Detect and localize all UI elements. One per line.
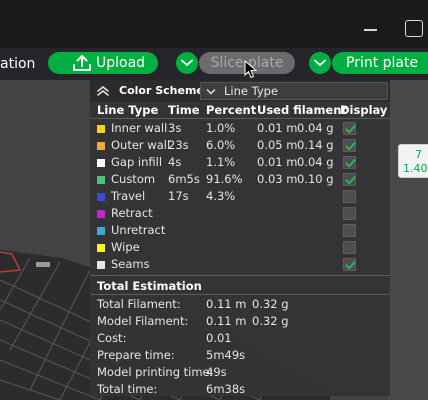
color-swatch [97, 142, 105, 150]
checkmark-icon [345, 176, 356, 185]
display-checkbox[interactable] [343, 190, 356, 203]
upload-button[interactable]: Upload [48, 52, 158, 74]
line-time: 17s [168, 189, 189, 203]
total-separator [90, 294, 390, 295]
line-type-name: Wipe [111, 240, 140, 254]
header-line-type: Line Type [97, 103, 159, 117]
print-plate-label: Print plate [346, 55, 419, 71]
color-scheme-panel: Color Scheme Line Type Line Type Time Pe… [90, 80, 390, 396]
line-weight: 0.10 g [297, 172, 334, 186]
color-swatch [97, 159, 105, 167]
line-percent: 1.1% [206, 155, 236, 169]
line-type-name: Travel [111, 189, 146, 203]
estimate-value: 6m38s [206, 382, 246, 396]
estimate-weight: 0.32 g [252, 314, 289, 328]
line-type-name: Unretract [111, 223, 166, 237]
estimate-value: 0.11 m [206, 297, 247, 311]
minimize-icon[interactable] [362, 20, 380, 38]
tab-partial-label[interactable]: ation [0, 55, 35, 73]
line-percent: 4.3% [206, 189, 236, 203]
header-separator [90, 118, 390, 119]
checkmark-icon [345, 142, 356, 151]
checkmark-icon [345, 261, 356, 270]
layer-slider-panel[interactable] [388, 80, 428, 400]
estimate-value: 49s [206, 365, 227, 379]
estimate-value: 0.11 m [206, 314, 247, 328]
line-percent: 91.6% [206, 172, 243, 186]
header-display: Display [340, 103, 388, 117]
display-checkbox[interactable] [343, 224, 356, 237]
line-type-name: Retract [111, 206, 153, 220]
mouse-cursor-icon [244, 60, 258, 79]
line-type-name: Custom [111, 172, 156, 186]
print-options-dropdown[interactable] [309, 52, 331, 74]
total-estimation-title: Total Estimation [97, 279, 202, 293]
display-checkbox[interactable] [343, 122, 356, 135]
upload-icon [73, 55, 91, 71]
collapse-icon[interactable] [96, 84, 110, 98]
line-time: 23s [168, 138, 189, 152]
line-length: 0.05 m [257, 138, 298, 152]
color-swatch [97, 193, 105, 201]
line-weight: 0.04 g [297, 121, 334, 135]
color-swatch [97, 210, 105, 218]
estimate-label: Model printing time: [97, 365, 214, 379]
estimate-label: Total Filament: [97, 297, 181, 311]
estimate-label: Prepare time: [97, 348, 175, 362]
line-type-name: Seams [111, 257, 150, 271]
line-length: 0.01 m [257, 155, 298, 169]
line-weight: 0.14 g [297, 138, 334, 152]
color-swatch [97, 244, 105, 252]
estimate-label: Model Filament: [97, 314, 189, 328]
line-percent: 1.0% [206, 121, 236, 135]
line-type-name: Gap infill [111, 155, 163, 169]
estimate-weight: 0.32 g [252, 297, 289, 311]
chevron-down-icon [206, 89, 216, 95]
color-swatch [97, 227, 105, 235]
chevron-down-icon [314, 59, 326, 67]
layer-number: 7 [415, 148, 422, 161]
upload-label: Upload [96, 55, 146, 71]
color-scheme-header: Color Scheme Line Type [90, 80, 390, 102]
line-percent: 6.0% [206, 138, 236, 152]
table-separator [90, 275, 390, 276]
color-scheme-value: Line Type [224, 84, 279, 98]
line-length: 0.03 m [257, 172, 298, 186]
layer-height: 1.40 [403, 162, 428, 175]
print-plate-button[interactable]: Print plate [332, 52, 428, 74]
checkmark-icon [345, 125, 356, 134]
display-checkbox[interactable] [343, 207, 356, 220]
line-type-name: Inner wall [111, 121, 168, 135]
color-scheme-title: Color Scheme [119, 84, 204, 97]
layer-badge: 7 1.40 [398, 144, 428, 178]
line-weight: 0.04 g [297, 155, 334, 169]
maximize-icon[interactable] [405, 20, 423, 37]
display-checkbox[interactable] [343, 241, 356, 254]
display-checkbox[interactable] [343, 173, 356, 186]
line-time: 6m5s [168, 172, 200, 186]
estimate-label: Total time: [97, 382, 158, 396]
line-length: 0.01 m [257, 121, 298, 135]
color-swatch [97, 261, 105, 269]
checkmark-icon [345, 159, 356, 168]
chevron-down-icon [181, 59, 193, 67]
line-time: 4s [168, 155, 182, 169]
header-time: Time [168, 103, 200, 117]
slice-options-dropdown[interactable] [176, 52, 198, 74]
estimate-label: Cost: [97, 331, 127, 345]
display-checkbox[interactable] [343, 156, 356, 169]
color-swatch [97, 125, 105, 133]
line-time: 3s [168, 121, 182, 135]
color-scheme-select[interactable]: Line Type [200, 82, 388, 100]
title-bar [0, 0, 428, 48]
estimate-value: 5m49s [206, 348, 246, 362]
display-checkbox[interactable] [343, 258, 356, 271]
estimate-value: 0.01 [206, 331, 232, 345]
line-type-name: Outer wall [111, 138, 171, 152]
header-percent: Percent [206, 103, 257, 117]
header-used-filament: Used filament [257, 103, 347, 117]
color-swatch [97, 176, 105, 184]
display-checkbox[interactable] [343, 139, 356, 152]
